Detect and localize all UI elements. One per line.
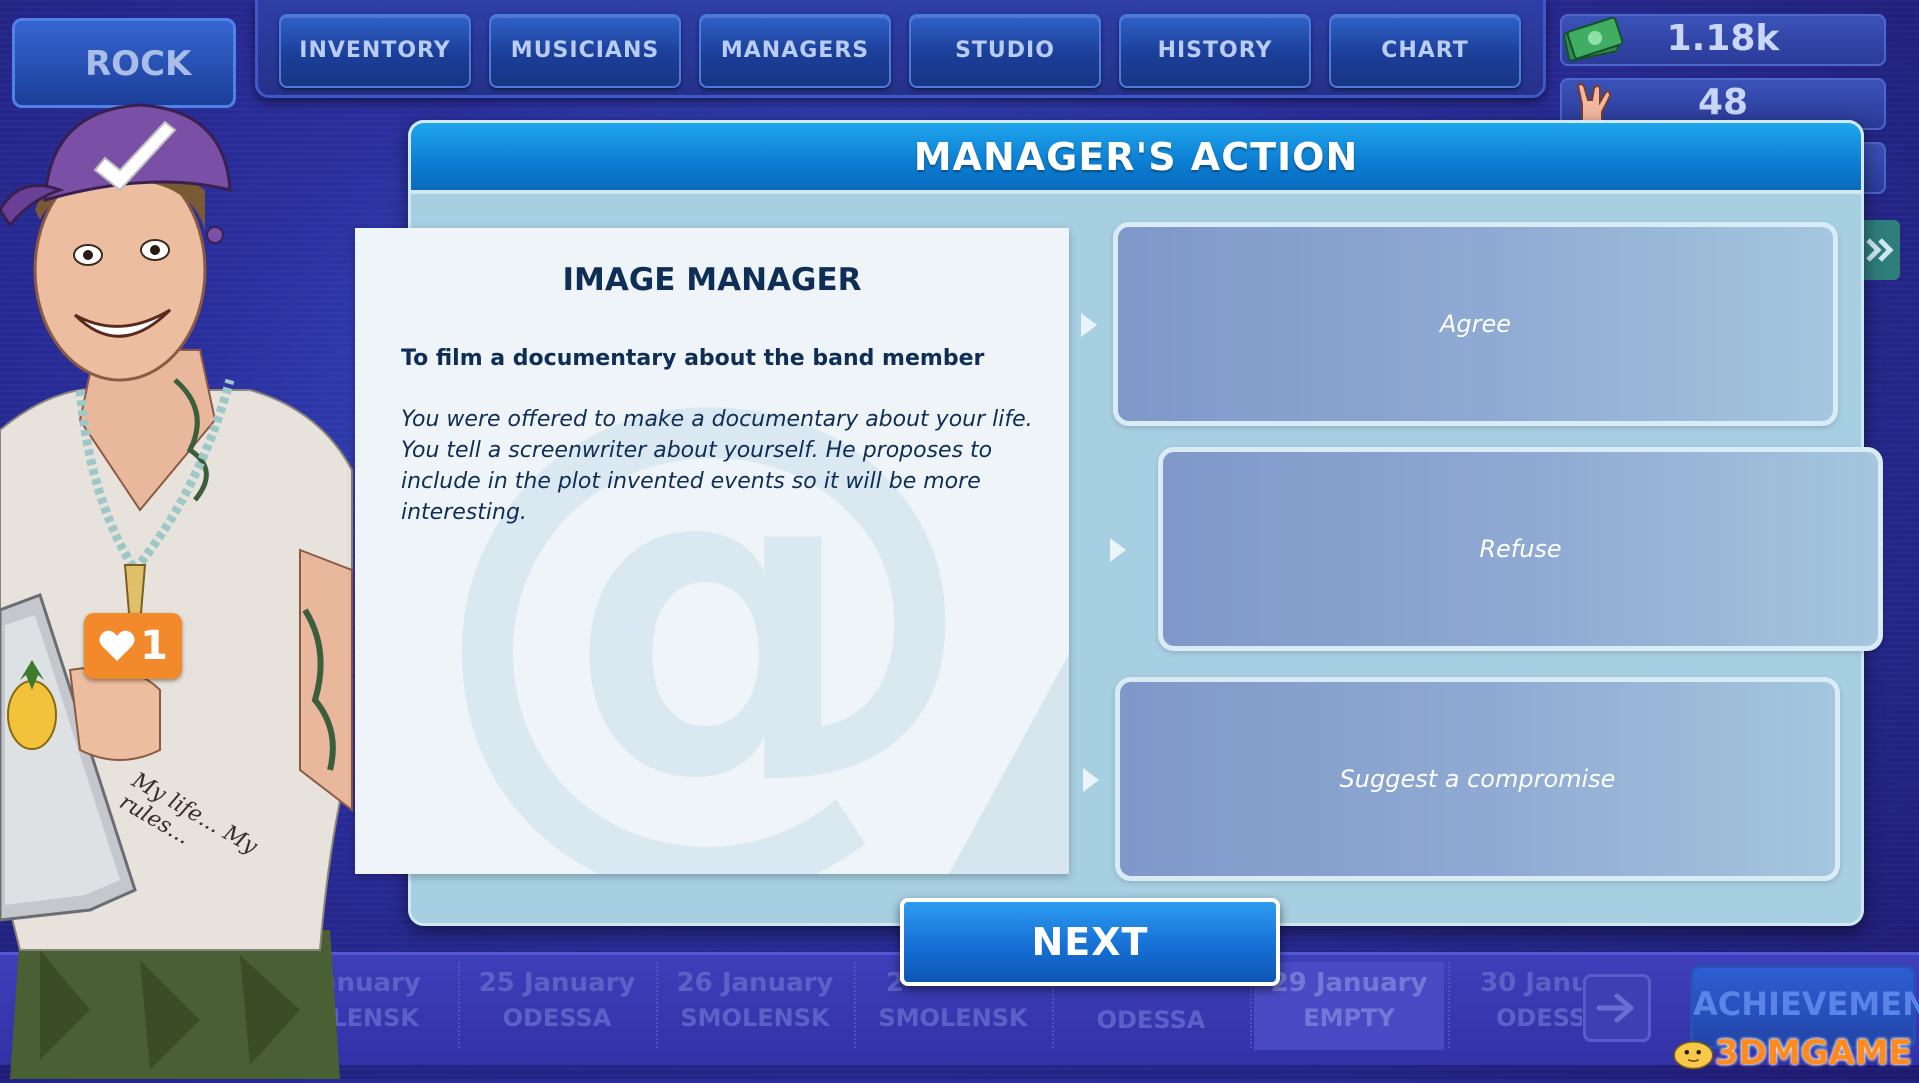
calendar-divider — [854, 962, 856, 1048]
like-badge: 1 — [84, 613, 182, 679]
option-arrow-icon — [1081, 313, 1097, 337]
tab-history[interactable]: HISTORY — [1119, 14, 1311, 88]
calendar-day-city: ODESSA — [1096, 1006, 1206, 1034]
option-agree-button[interactable]: Agree — [1113, 222, 1838, 426]
double-chevron-icon — [1866, 238, 1894, 262]
card-title: IMAGE MANAGER — [562, 262, 862, 298]
calendar-divider — [1448, 962, 1450, 1048]
like-count: 1 — [140, 623, 168, 669]
manager-character: 1 My life... My rules... — [0, 50, 360, 1079]
calendar-day[interactable]: 26 January SMOLENSK — [660, 968, 850, 1048]
calendar-divider — [458, 962, 460, 1048]
next-button[interactable]: NEXT — [900, 898, 1280, 986]
option-arrow-icon — [1083, 768, 1099, 792]
tab-chart-label: CHART — [1381, 38, 1469, 63]
page-curl — [949, 654, 1069, 874]
event-card: @ IMAGE MANAGER To film a documentary ab… — [355, 228, 1069, 874]
arrow-right-icon — [1596, 993, 1634, 1023]
calendar-day-date: 29 January — [1270, 968, 1428, 998]
calendar-day-date: 30 Janu — [1480, 968, 1582, 998]
calendar-day-city: EMPTY — [1303, 1004, 1395, 1032]
watermark: 3DMGAME — [1672, 1030, 1912, 1076]
heart-icon — [99, 630, 135, 661]
mascot-icon — [1673, 1041, 1714, 1070]
calendar-day-city: ODESSA — [502, 1004, 612, 1032]
option-arrow-icon — [1110, 538, 1126, 562]
money-icon — [1562, 10, 1624, 66]
tab-musicians-label: MUSICIANS — [510, 38, 660, 63]
calendar-day[interactable]: 25 January ODESSA — [462, 968, 652, 1048]
watermark-text: 3DMGAME — [1715, 1033, 1912, 1073]
money-value: 1.18k — [1666, 18, 1780, 59]
card-description: You were offered to make a documentary a… — [401, 407, 1033, 525]
tab-studio-label: STUDIO — [955, 38, 1055, 63]
option-label: Suggest a compromise — [1339, 765, 1616, 793]
dialog-title-text: MANAGER'S ACTION — [913, 135, 1359, 179]
calendar-day-date: 26 January — [676, 968, 834, 998]
tab-managers-label: MANAGERS — [720, 38, 870, 63]
tab-history-label: HISTORY — [1157, 38, 1273, 63]
calendar-day-city: SMOLENSK — [680, 1004, 830, 1032]
achievements-label: ACHIEVEMENTS — [1693, 985, 1919, 1023]
tab-managers[interactable]: MANAGERS — [699, 14, 891, 88]
option-refuse-button[interactable]: Refuse — [1158, 447, 1883, 651]
tab-chart[interactable]: CHART — [1329, 14, 1521, 88]
option-label: Agree — [1439, 310, 1512, 338]
card-subtitle: To film a documentary about the band mem… — [401, 346, 985, 371]
calendar-day-city: SMOLENSK — [878, 1004, 1028, 1032]
option-label: Refuse — [1479, 535, 1562, 563]
fans-value: 48 — [1697, 82, 1749, 123]
tab-musicians[interactable]: MUSICIANS — [489, 14, 681, 88]
next-button-label: NEXT — [1031, 920, 1149, 964]
calendar-day[interactable]: 30 Janu ODESS — [1452, 968, 1582, 1048]
calendar-day-city: ODESS — [1496, 1004, 1582, 1032]
tab-studio[interactable]: STUDIO — [909, 14, 1101, 88]
option-compromise-button[interactable]: Suggest a compromise — [1115, 677, 1840, 881]
side-expand-button[interactable] — [1860, 220, 1900, 280]
calendar-day-date: 25 January — [478, 968, 636, 998]
calendar-day[interactable]: 29 January EMPTY — [1254, 962, 1444, 1050]
calendar-divider — [656, 962, 658, 1048]
calendar-next-button[interactable] — [1583, 974, 1651, 1042]
dialog-title: MANAGER'S ACTION — [408, 120, 1864, 194]
